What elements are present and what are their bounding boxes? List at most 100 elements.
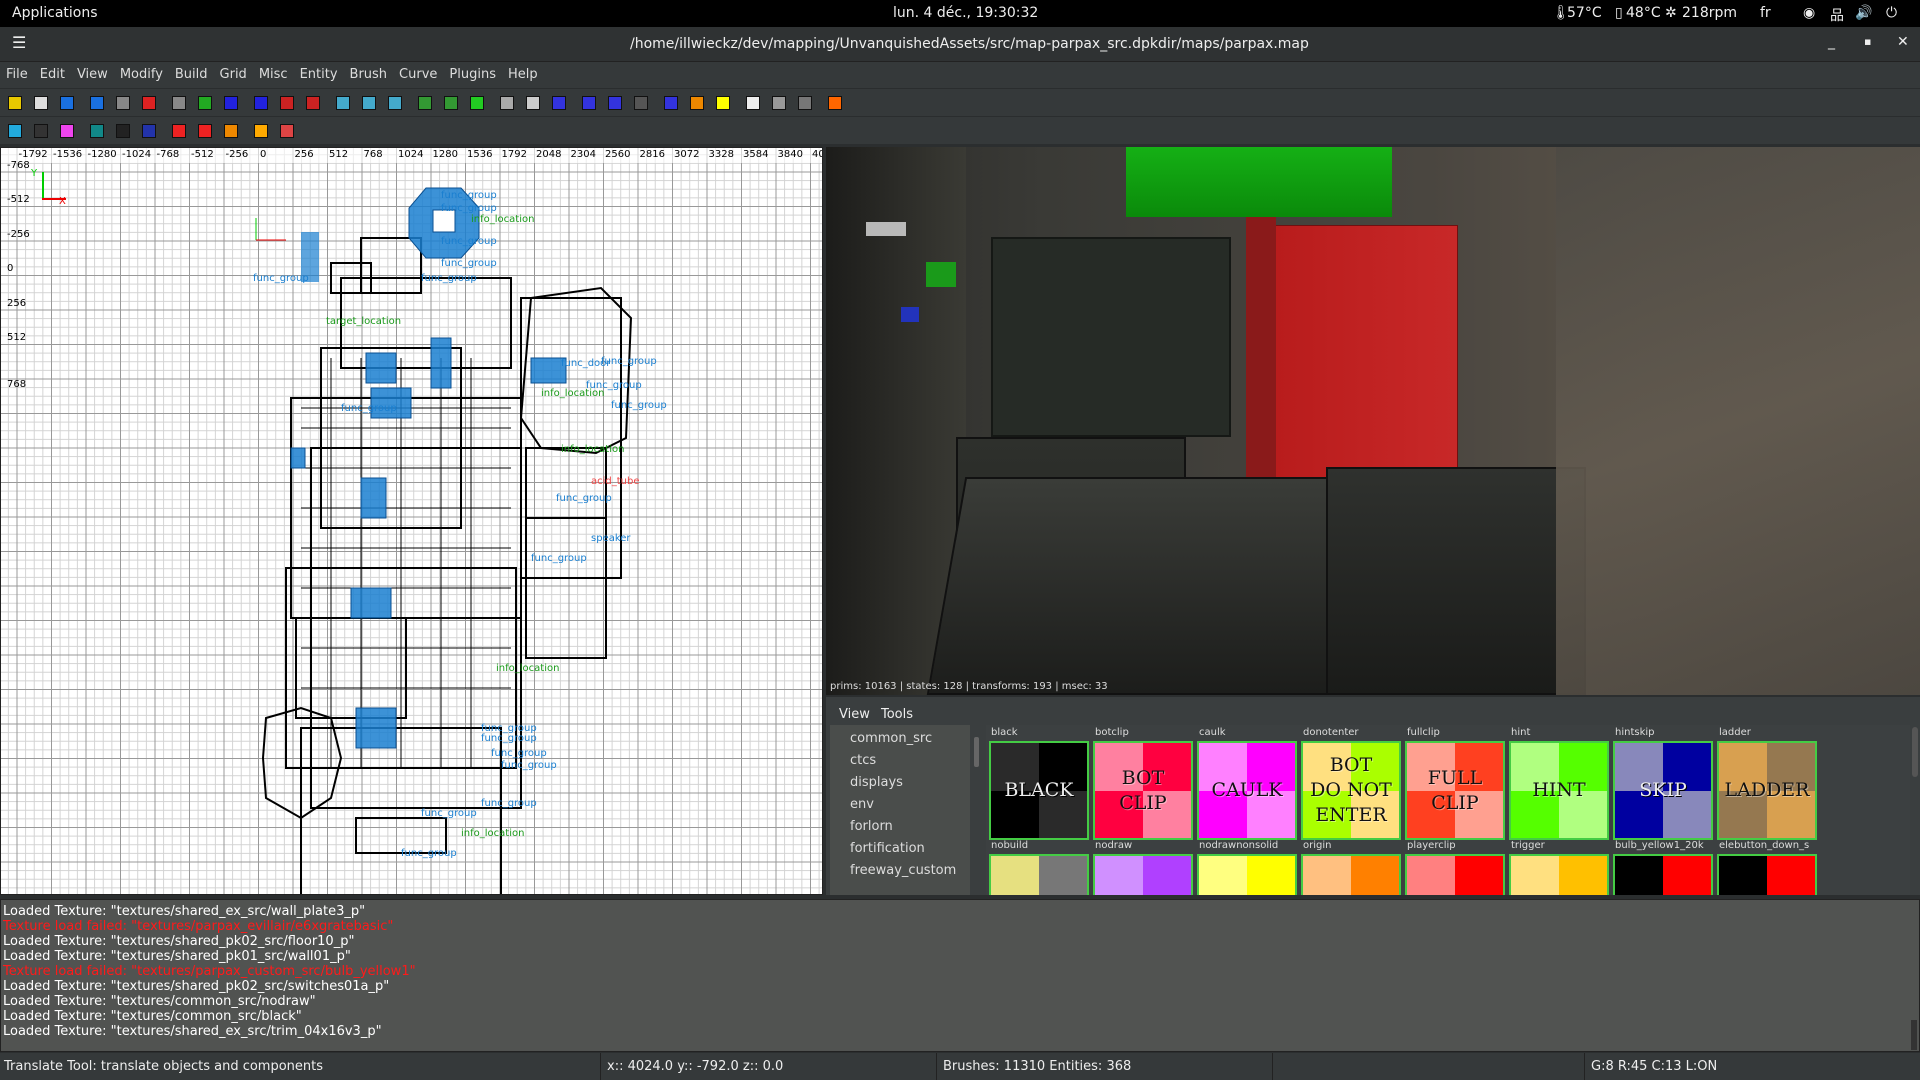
- camera-icon[interactable]: [418, 96, 432, 110]
- menu-build[interactable]: Build: [169, 62, 214, 82]
- texture-folder[interactable]: forlorn: [850, 819, 893, 834]
- translate-icon[interactable]: [552, 96, 566, 110]
- patch-icon[interactable]: [526, 96, 540, 110]
- toggle-vertex-icon[interactable]: [90, 124, 104, 138]
- applications-menu[interactable]: Applications: [12, 5, 98, 21]
- rotate-x-icon[interactable]: [142, 96, 156, 110]
- texture-browser-icon[interactable]: [772, 96, 786, 110]
- texture-folder[interactable]: displays: [850, 775, 903, 790]
- entity-icon[interactable]: [690, 96, 704, 110]
- texture-tile[interactable]: NODRAW: [1197, 854, 1297, 895]
- toggle-curve-icon[interactable]: [254, 124, 268, 138]
- texture-folder[interactable]: env: [850, 797, 874, 812]
- flip-y-icon[interactable]: [172, 96, 186, 110]
- texture-tile[interactable]: NO: [989, 854, 1089, 895]
- texture-tile[interactable]: SHADER: [1613, 854, 1713, 895]
- texture-tile[interactable]: NODRAW: [1093, 854, 1193, 895]
- toggle-hint-icon[interactable]: [280, 124, 294, 138]
- select-touching-icon[interactable]: [306, 96, 320, 110]
- green-brush-block[interactable]: [1126, 147, 1392, 217]
- undo-icon[interactable]: [60, 96, 74, 110]
- texture-grid[interactable]: black BLACK botclip BOT CLIP caulk CAULK donot…: [986, 725, 1910, 895]
- refresh-icon[interactable]: [828, 96, 842, 110]
- texture-icon[interactable]: [470, 96, 484, 110]
- camera-3d-view[interactable]: prims: 10163 | states: 128 | transforms:…: [826, 147, 1920, 695]
- clock[interactable]: lun. 4 déc., 19:30:32: [893, 5, 1038, 21]
- menu-curve[interactable]: Curve: [393, 62, 443, 82]
- menu-modify[interactable]: Modify: [114, 62, 169, 82]
- view-layout-icon[interactable]: [746, 96, 760, 110]
- texture-tile[interactable]: CAULK: [1197, 741, 1297, 840]
- texture-tile[interactable]: FULL CLIP: [1405, 741, 1505, 840]
- xy-2d-view[interactable]: -1792 -1536 -1280 -1024 -768 -512 -256 0 256 512 7…: [0, 147, 823, 895]
- console-icon[interactable]: [798, 96, 812, 110]
- toggle-face-icon[interactable]: [60, 124, 74, 138]
- network-icon[interactable]: 品: [1830, 5, 1844, 25]
- volume-icon[interactable]: 🔊: [1855, 5, 1872, 21]
- menu-entity[interactable]: Entity: [294, 62, 344, 82]
- rotate-icon[interactable]: [582, 96, 596, 110]
- console-log[interactable]: Loaded Texture: "textures/shared_ex_src/…: [0, 899, 1920, 1052]
- menu-file[interactable]: File: [0, 62, 34, 82]
- texture-lock-icon[interactable]: [444, 96, 458, 110]
- lock-icon[interactable]: [716, 96, 730, 110]
- menu-misc[interactable]: Misc: [253, 62, 294, 82]
- red-selected-brush[interactable]: [1273, 225, 1458, 481]
- texture-tile[interactable]: BOT CLIP: [1093, 741, 1193, 840]
- toggle-light-icon[interactable]: [172, 124, 186, 138]
- flip-x-icon[interactable]: [116, 96, 130, 110]
- texture-directory-tree[interactable]: common_srcctcs displays env forlorn fortific…: [830, 725, 970, 895]
- texture-folder[interactable]: freeway_custom: [850, 863, 956, 878]
- toggle-model-icon[interactable]: [142, 124, 156, 138]
- power-icon[interactable]: ⏻: [1886, 5, 1897, 21]
- minimize-button[interactable]: _: [1828, 34, 1835, 50]
- texture-tile[interactable]: SHADER: [1717, 854, 1817, 895]
- tree-scrollbar[interactable]: [974, 737, 979, 767]
- texture-folder[interactable]: ctcs: [850, 753, 876, 768]
- texture-folder[interactable]: fortification: [850, 841, 925, 856]
- maximize-button[interactable]: ▪: [1864, 35, 1871, 48]
- menu-grid[interactable]: Grid: [214, 62, 253, 82]
- accessibility-icon[interactable]: ◉: [1803, 5, 1815, 21]
- texture-tile[interactable]: [1301, 854, 1401, 895]
- close-button[interactable]: ✕: [1897, 34, 1909, 50]
- texture-tools-menu[interactable]: Tools: [881, 707, 913, 722]
- menu-help[interactable]: Help: [502, 62, 544, 82]
- redo-icon[interactable]: [90, 96, 104, 110]
- hamburger-menu-icon[interactable]: ☰: [12, 33, 26, 52]
- menu-brush[interactable]: Brush: [344, 62, 394, 82]
- csg-subtract-icon[interactable]: [336, 96, 350, 110]
- toggle-brush-icon[interactable]: [8, 124, 22, 138]
- texture-view-menu[interactable]: View: [839, 707, 870, 722]
- toggle-trigger-icon[interactable]: [224, 124, 238, 138]
- texture-tile[interactable]: PLAYER: [1405, 854, 1505, 895]
- texture-tile[interactable]: BLACK: [989, 741, 1089, 840]
- texture-scrollbar[interactable]: [1912, 727, 1918, 777]
- menu-plugins[interactable]: Plugins: [443, 62, 502, 82]
- texture-tile[interactable]: [1509, 854, 1609, 895]
- map-wireframe[interactable]: [1, 148, 823, 895]
- keyboard-layout[interactable]: fr: [1760, 5, 1771, 21]
- toggle-entity-icon[interactable]: [116, 124, 130, 138]
- texture-tile[interactable]: LADDER: [1717, 741, 1817, 840]
- toggle-patch-icon[interactable]: [34, 124, 48, 138]
- save-icon[interactable]: [34, 96, 48, 110]
- texture-tile[interactable]: HINT: [1509, 741, 1609, 840]
- scale-icon[interactable]: [608, 96, 622, 110]
- menu-view[interactable]: View: [71, 62, 114, 82]
- texture-tile[interactable]: SKIP: [1613, 741, 1713, 840]
- clipper-icon[interactable]: [500, 96, 514, 110]
- hollow-icon[interactable]: [388, 96, 402, 110]
- texture-folder[interactable]: common_src: [850, 731, 932, 746]
- flip-z-icon[interactable]: [224, 96, 238, 110]
- drag-icon[interactable]: [664, 96, 678, 110]
- select-complete-icon[interactable]: [280, 96, 294, 110]
- rotate-y-icon[interactable]: [198, 96, 212, 110]
- texture-tile[interactable]: BOT DO NOT ENTER: [1301, 741, 1401, 840]
- csg-merge-icon[interactable]: [362, 96, 376, 110]
- resize-icon[interactable]: [634, 96, 648, 110]
- toggle-clip-icon[interactable]: [198, 124, 212, 138]
- console-scrollbar[interactable]: [1911, 1020, 1917, 1050]
- menu-edit[interactable]: Edit: [34, 62, 71, 82]
- open-icon[interactable]: [8, 96, 22, 110]
